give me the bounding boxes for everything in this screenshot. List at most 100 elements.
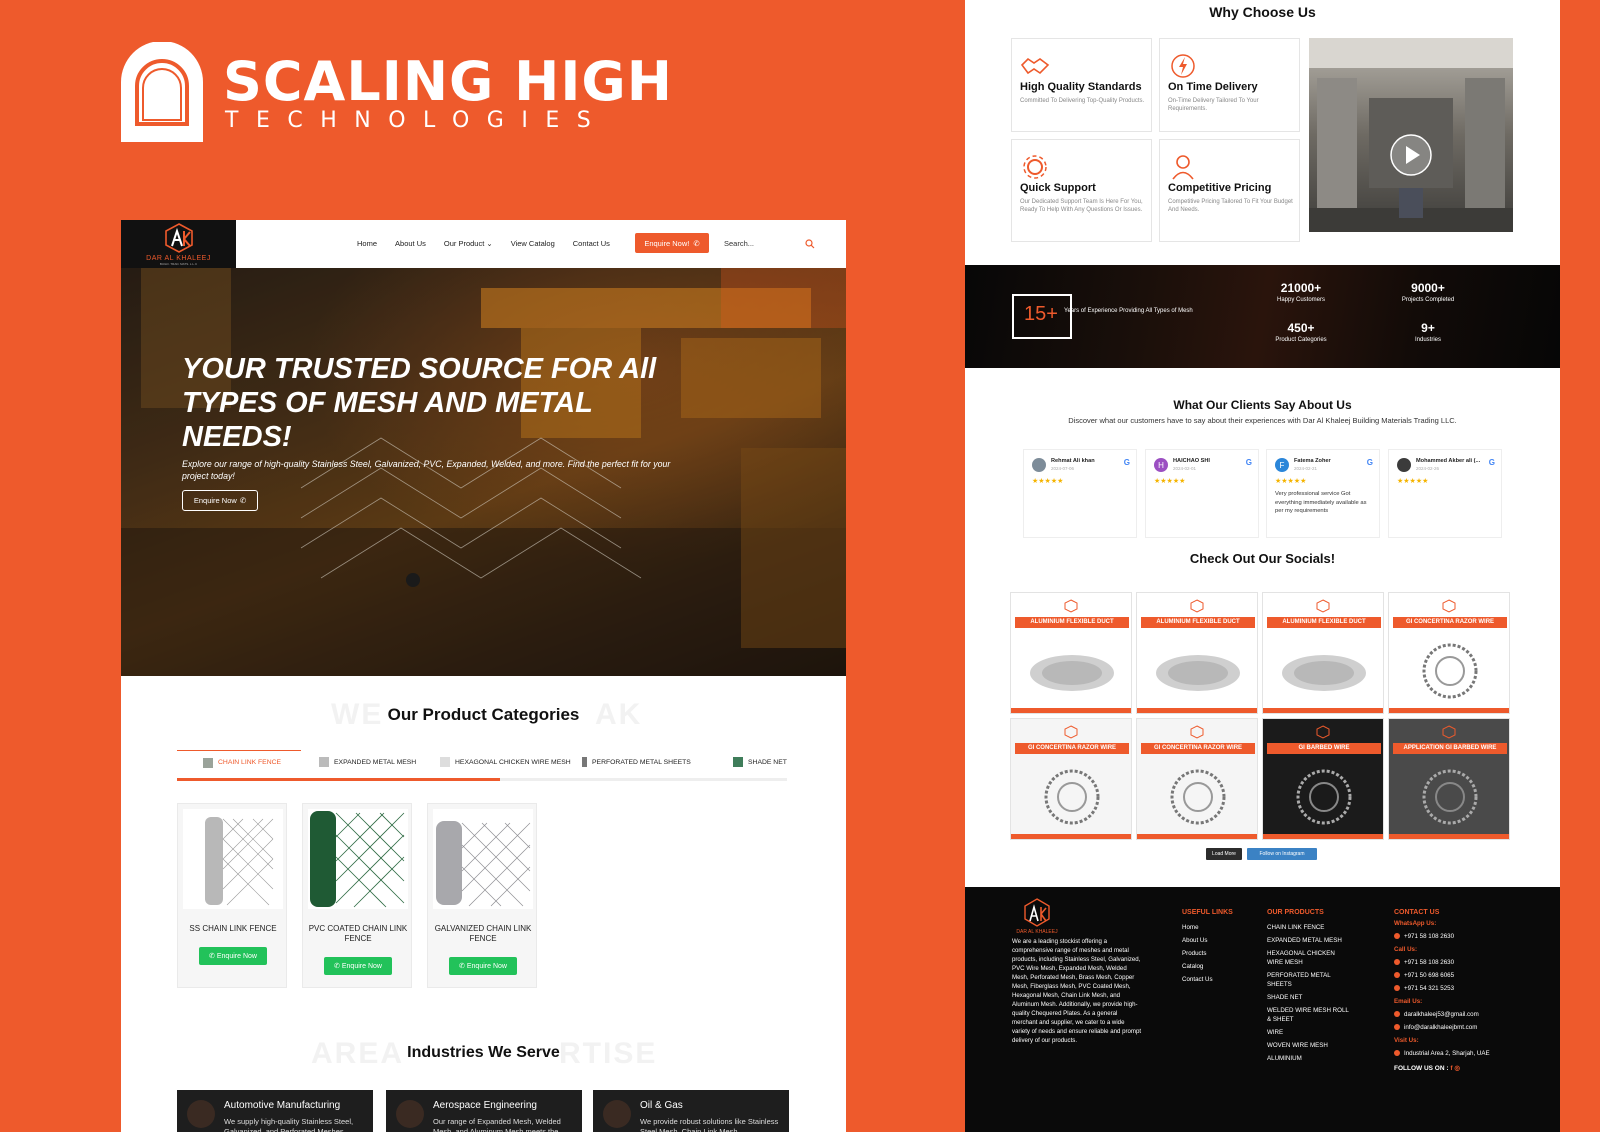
footer-product-link[interactable]: WOVEN WIRE MESH [1267,1041,1351,1050]
nav-links: Home About Us Our Product ⌄ View Catalog… [357,239,610,248]
product-enquire-button[interactable]: ✆ Enquire Now [449,957,517,975]
tab-label: SHADE NET [748,758,787,766]
footer-product-link[interactable]: WELDED WIRE MESH ROLL & SHEET [1267,1006,1351,1024]
social-post-tile[interactable]: GI CONCERTINA RAZOR WIRE [1136,718,1258,840]
product-enquire-label: Enquire Now [466,962,507,970]
footer-products: CHAIN LINK FENCE EXPANDED METAL MESH HEX… [1267,923,1351,1067]
social-post-tile[interactable]: APPLICATION GI BARBED WIRE [1388,718,1510,840]
nav-about[interactable]: About Us [395,239,426,248]
industry-card[interactable]: Oil & Gas We provide robust solutions li… [593,1090,789,1132]
email-label: Email Us: [1394,998,1423,1005]
location-pin-icon [1394,1050,1400,1056]
social-post-tile[interactable]: GI CONCERTINA RAZOR WIRE [1010,718,1132,840]
hero-enquire-button[interactable]: Enquire Now ✆ [182,490,258,511]
product-enquire-button[interactable]: ✆ Enquire Now [324,957,392,975]
tab-perforated-metal-sheets[interactable]: PERFORATED METAL SHEETS [582,750,691,774]
tile-banner: GI CONCERTINA RAZOR WIRE [1015,743,1129,754]
footer-link-catalog[interactable]: Catalog [1182,962,1213,971]
mail-icon [1394,1011,1400,1017]
footer-product-link[interactable]: PERFORATED METAL SHEETS [1267,971,1351,989]
reviewer-name: HAICHAO SHI [1173,458,1210,464]
whatsapp-icon: ✆ [334,963,340,970]
instagram-icon[interactable]: ◎ [1454,1065,1460,1072]
footer-product-link[interactable]: ALUMINIUM [1267,1054,1351,1063]
tab-hexagonal-chicken-wire[interactable]: HEXAGONAL CHICKEN WIRE MESH [440,750,571,774]
follow-instagram-button[interactable]: Follow on Instagram [1247,848,1317,860]
social-post-tile[interactable]: GI CONCERTINA RAZOR WIRE [1388,592,1510,714]
footer-link-contact[interactable]: Contact Us [1182,975,1213,984]
product-card[interactable]: SS CHAIN LINK FENCE ✆ Enquire Now [177,803,287,988]
facebook-icon[interactable]: f [1450,1065,1452,1072]
tab-chain-link-fence[interactable]: CHAIN LINK FENCE [177,750,301,774]
footer-link-home[interactable]: Home [1182,923,1213,932]
hero-description: Explore our range of high-quality Stainl… [182,459,671,481]
product-photo [1170,769,1226,825]
review-card[interactable]: F Fatema Zoher 2024-02-21 G ★★★★★ Very p… [1266,449,1380,538]
why-choose-title: Why Choose Us [1209,4,1316,20]
product-card[interactable]: GALVANIZED CHAIN LINK FENCE ✆ Enquire No… [427,803,537,988]
phone-number[interactable]: +971 54 321 5253 [1394,984,1494,993]
reviewer-avatar: F [1275,458,1289,472]
social-post-tile[interactable]: ALUMINIUM FLEXIBLE DUCT [1136,592,1258,714]
phone-number[interactable]: +971 50 698 6065 [1394,971,1494,980]
tab-shade-net[interactable]: SHADE NET [733,750,787,774]
industry-card[interactable]: Aerospace Engineering Our range of Expan… [386,1090,582,1132]
product-enquire-button[interactable]: ✆ Enquire Now [199,947,267,965]
review-card[interactable]: H HAICHAO SHI 2024-02-01 G ★★★★★ [1145,449,1259,538]
shade-net-swatch-icon [733,757,743,767]
stat-value: 450+ [1287,321,1315,335]
nav-view-catalog[interactable]: View Catalog [511,239,555,248]
visit-label: Visit Us: [1394,1037,1419,1044]
stat-label: Industries [1414,337,1441,343]
lightning-icon [1171,54,1195,78]
product-name: SS CHAIN LINK FENCE [189,924,277,933]
feature-title: High Quality Standards [1020,81,1142,93]
footer-product-link[interactable]: HEXAGONAL CHICKEN WIRE MESH [1267,949,1351,967]
dak-logo-icon [1190,599,1204,613]
play-icon[interactable] [1389,133,1433,177]
social-post-tile[interactable]: GI BARBED WIRE [1262,718,1384,840]
load-more-button[interactable]: Load More [1206,848,1242,860]
product-card[interactable]: PVC COATED CHAIN LINK FENCE ✆ Enquire No… [302,803,412,988]
store-video[interactable] [1309,38,1513,232]
footer-link-products[interactable]: Products [1182,949,1213,958]
footer-logo-icon[interactable]: DAR AL KHALEEJ [1012,897,1062,937]
footer-product-link[interactable]: WIRE [1267,1028,1351,1037]
product-name: PVC COATED CHAIN LINK FENCE [308,924,408,943]
footer-product-link[interactable]: EXPANDED METAL MESH [1267,936,1351,945]
nav-home[interactable]: Home [357,239,377,248]
email-address[interactable]: daralkhaleej53@gmail.com [1394,1010,1494,1019]
email-address[interactable]: info@daralkhaleejbmt.com [1394,1023,1494,1032]
phone-number[interactable]: +971 58 108 2630 [1394,958,1494,967]
nav-contact[interactable]: Contact Us [573,239,610,248]
review-card[interactable]: Mohammed Akber ali (... 2024-02-26 G ★★★… [1388,449,1502,538]
tile-footer-bar [1389,834,1509,839]
tab-expanded-metal-mesh[interactable]: EXPANDED METAL MESH [319,750,416,774]
review-card[interactable]: Rehmat Ali khan 2024-07-06 G ★★★★★ [1023,449,1137,538]
hero-banner: YOUR TRUSTED SOURCE FOR All TYPES OF MES… [121,268,846,676]
feature-title: Quick Support [1020,182,1096,194]
product-enquire-label: Enquire Now [216,952,257,960]
footer-link-about[interactable]: About Us [1182,936,1213,945]
years-value: 15+ [1024,303,1058,325]
product-photo [1282,655,1366,691]
industry-title: Automotive Manufacturing [224,1100,341,1111]
social-post-tile[interactable]: ALUMINIUM FLEXIBLE DUCT [1262,592,1384,714]
site-logo[interactable]: DAR AL KHALEEJ BUILD. TRAD. MATS. L.L.C [121,220,236,268]
tile-footer-bar [1263,708,1383,713]
tab-label: CHAIN LINK FENCE [218,759,282,766]
whatsapp-number[interactable]: +971 58 108 2630 [1394,932,1494,941]
dak-logo-icon [1442,599,1456,613]
stat-label: Product Categories [1275,337,1327,343]
industry-card[interactable]: Automotive Manufacturing We supply high-… [177,1090,373,1132]
categories-title: Our Product Categories [387,705,580,724]
footer-product-link[interactable]: SHADE NET [1267,993,1351,1002]
review-date: 2024-07-06 [1051,466,1075,471]
reviewer-name: Fatema Zoher [1294,458,1331,464]
enquire-now-button[interactable]: Enquire Now! ✆ [635,233,709,253]
social-post-tile[interactable]: ALUMINIUM FLEXIBLE DUCT [1010,592,1132,714]
search-icon[interactable] [805,239,815,249]
address-text: Industrial Area 2, Sharjah, UAE [1404,1050,1490,1057]
footer-product-link[interactable]: CHAIN LINK FENCE [1267,923,1351,932]
nav-our-product[interactable]: Our Product ⌄ [444,239,493,248]
